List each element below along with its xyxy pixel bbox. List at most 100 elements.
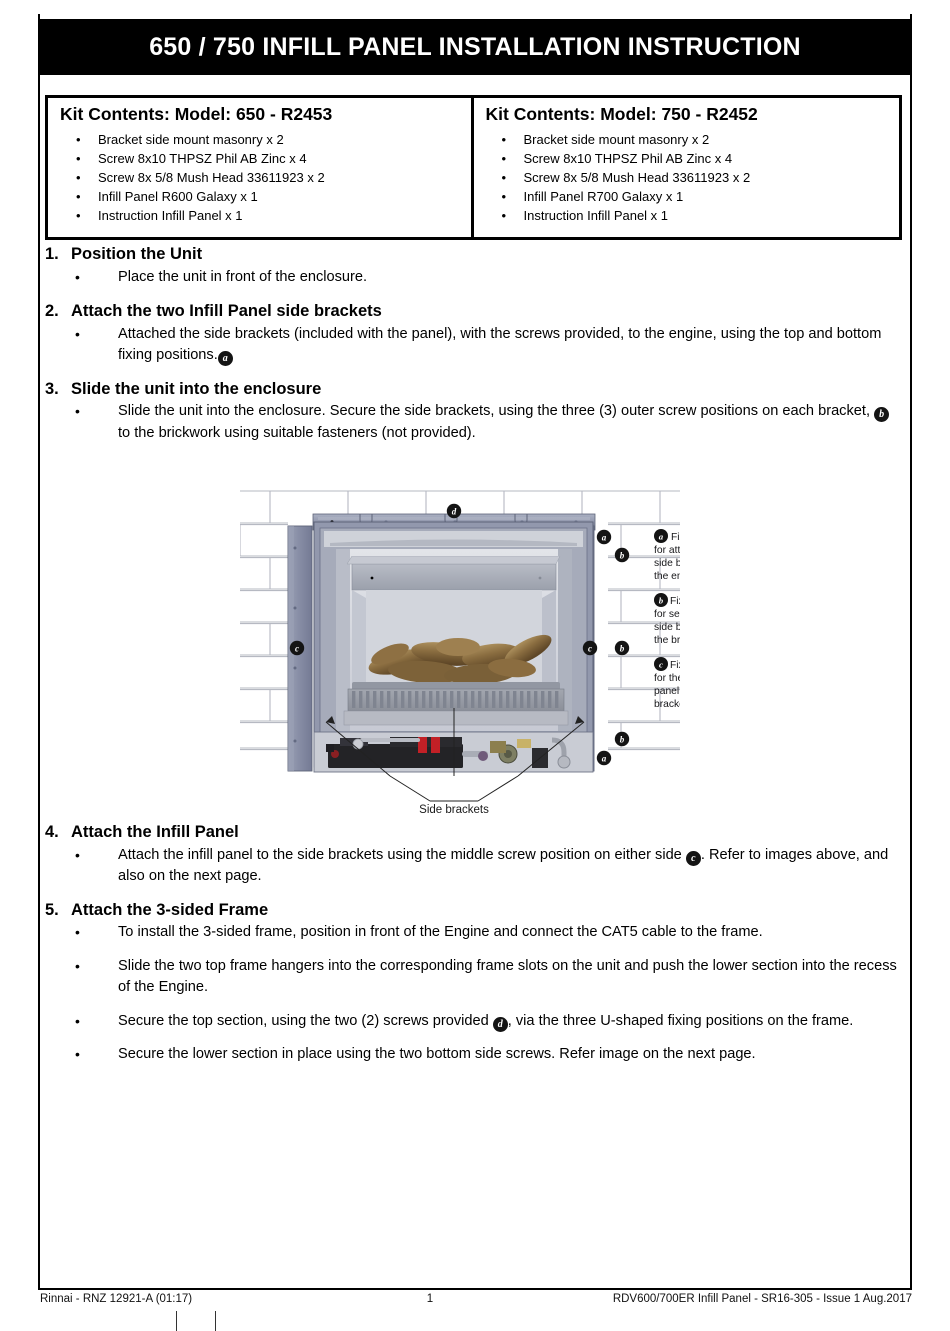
instruction-steps-bottom: 4. Attach the Infill Panel • Attach the …	[45, 822, 905, 1075]
step-3-heading: 3. Slide the unit into the enclosure	[45, 379, 905, 400]
kit-item-label: Bracket side mount masonry x 2	[523, 132, 710, 148]
document-title-bar: 650 / 750 INFILL PANEL INSTALLATION INST…	[38, 19, 912, 75]
instruction-steps-top: 1. Position the Unit • Place the unit in…	[45, 244, 905, 453]
kit-item: • Screw 8x 5/8 Mush Head 33611923 x 2	[486, 168, 890, 187]
svg-text:c: c	[588, 643, 592, 653]
step-bullet-text: Slide the two top frame hangers into the…	[118, 957, 897, 996]
step-4-title: Attach the Infill Panel	[71, 823, 239, 841]
step-bullet: • Secure the top section, using the two …	[45, 1011, 905, 1033]
kit-item-label: Instruction Infill Panel x 1	[98, 208, 243, 224]
page-footer: Rinnai - RNZ 12921-A (01:17) 1 RDV600/70…	[40, 1293, 912, 1305]
bullet-icon: •	[76, 170, 81, 186]
svg-text:c: c	[295, 643, 299, 653]
bullet-icon: •	[501, 189, 507, 205]
step-4: 4. Attach the Infill Panel • Attach the …	[45, 822, 905, 888]
figure-caption: Side brackets	[419, 804, 489, 816]
step-bullet-text: To install the 3-sided frame, position i…	[118, 924, 763, 941]
step-bullet-text: Secure the lower section in place using …	[118, 1046, 756, 1063]
kit-contents-box: Kit Contents: Model: 650 - R2453 • Bracke…	[45, 95, 902, 240]
burner-tray	[343, 682, 569, 726]
bullet-icon: •	[76, 189, 81, 205]
step-1-bullets: • Place the unit in front of the enclosu…	[45, 267, 905, 289]
step-5-heading: 5. Attach the 3-sided Frame	[45, 900, 905, 921]
kit-item: • Screw 8x 5/8 Mush Head 33611923 x 2	[60, 168, 461, 187]
step-5-number: 5.	[45, 900, 59, 919]
step-bullet: • Slide the unit into the enclosure. Sec…	[45, 401, 905, 444]
kit-heading-750: Kit Contents: Model: 750 - R2452	[485, 104, 758, 124]
bullet-icon: •	[75, 924, 80, 941]
bullet-icon: •	[76, 151, 81, 167]
step-bullet: • To install the 3-sided frame, position…	[45, 922, 905, 944]
kit-item: • Screw 8x10 THPSZ Phil AB Zinc x 4	[486, 149, 890, 168]
step-1-number: 1.	[45, 245, 59, 263]
step-2-bullets: • Attached the side brackets (included w…	[45, 324, 905, 367]
step-4-heading: 4. Attach the Infill Panel	[45, 822, 905, 843]
bullet-icon: •	[75, 268, 80, 285]
footer-right: RDV600/700ER Infill Panel - SR16-305 - I…	[612, 1293, 912, 1305]
kit-contents-column-750: Kit Contents: Model: 750 - R2452 • Bracke…	[474, 98, 900, 237]
kit-item: • Infill Panel R700 Galaxy x 1	[486, 187, 890, 206]
step-bullet: • Place the unit in front of the enclosu…	[45, 267, 905, 289]
step-2-title: Attach the two Infill Panel side bracket…	[71, 302, 382, 321]
step-2-heading: 2. Attach the two Infill Panel side brac…	[45, 301, 905, 322]
kit-item: • Infill Panel R600 Galaxy x 1	[60, 187, 461, 206]
step-1: 1. Position the Unit • Place the unit in…	[45, 244, 905, 288]
step-bullet: • Slide the two top frame hangers into t…	[45, 956, 905, 999]
legend-text-c-line3: panel to the side	[654, 686, 680, 697]
kit-contents-column-650: Kit Contents: Model: 650 - R2453 • Bracke…	[48, 98, 474, 237]
legend-text-a-line3: side brackets to	[654, 558, 680, 569]
bullet-icon: •	[76, 208, 81, 224]
marker-badge-a-top-icon: a	[596, 529, 612, 545]
footer-left: Rinnai - RNZ 12921-A (01:17)	[40, 1293, 193, 1305]
installation-diagram: Side brackets d a b c c b b a a Fixing p…	[240, 486, 680, 826]
marker-badge-c-right-icon: c	[582, 640, 598, 656]
step-3-number: 3.	[45, 379, 59, 398]
kit-list-750: • Bracket side mount masonry x 2 • Screw 8…	[486, 130, 890, 225]
step-2-number: 2.	[45, 302, 59, 321]
kit-item-label: Screw 8x 5/8 Mush Head 33611923 x 2	[98, 170, 325, 186]
legend-text-a-line4: the engine.	[654, 571, 680, 582]
legend-text-b-line1: Fixing positions	[670, 596, 680, 607]
marker-badge-c-left-icon: c	[289, 640, 305, 656]
scan-artifact-tick	[176, 1311, 177, 1331]
marker-badge-a-icon: a	[217, 351, 233, 367]
bullet-icon: •	[501, 170, 507, 186]
bullet-icon: •	[501, 208, 507, 224]
step-3-title: Slide the unit into the enclosure	[71, 379, 322, 398]
kit-item-label: Instruction Infill Panel x 1	[523, 208, 669, 224]
kit-item: • Screw 8x10 THPSZ Phil AB Zinc x 4	[60, 149, 461, 168]
bullet-icon: •	[501, 151, 507, 167]
kit-item-label: Bracket side mount masonry x 2	[98, 132, 284, 148]
step-5-title: Attach the 3-sided Frame	[71, 900, 269, 919]
bullet-icon: •	[75, 1012, 80, 1029]
step-2: 2. Attach the two Infill Panel side brac…	[45, 301, 905, 367]
legend-text-b-line3: side brackets to	[654, 622, 680, 633]
legend-text-c-line2: for the infill	[654, 673, 680, 684]
kit-heading-650: Kit Contents: Model: 650 - R2453	[60, 104, 333, 124]
kit-item-label: Screw 8x 5/8 Mush Head 33611923 x 2	[523, 170, 751, 186]
installation-diagram-svg: Side brackets d a b c c b b a a Fixing p…	[240, 490, 680, 816]
marker-badge-d-icon: d	[446, 503, 462, 519]
step-bullet-text: Slide the unit into the enclosure. Secur…	[118, 403, 870, 420]
step-1-title: Position the Unit	[71, 245, 203, 263]
kit-item: • Bracket side mount masonry x 2	[486, 130, 890, 149]
step-bullet-text: Place the unit in front of the enclosure…	[118, 268, 368, 285]
step-bullet-text-cont: to the brickwork using suitable fastener…	[118, 424, 476, 441]
legend-entry-c: c Fixing position for the infill panel t…	[654, 657, 680, 710]
svg-text:a: a	[659, 531, 664, 541]
marker-badge-b-icon: b	[874, 407, 890, 423]
marker-badge-c-icon: c	[685, 850, 701, 866]
step-4-number: 4.	[45, 823, 59, 841]
svg-text:a: a	[602, 532, 607, 542]
legend-text-a-line2: for attaching the	[654, 545, 680, 556]
kit-list-650: • Bracket side mount masonry x 2 • Screw 8…	[60, 130, 461, 225]
marker-badge-a-bottom-icon: a	[596, 750, 612, 766]
bullet-icon: •	[75, 403, 80, 420]
kit-item-label: Infill Panel R600 Galaxy x 1	[98, 189, 258, 205]
bullet-icon: •	[501, 132, 507, 148]
bullet-icon: •	[75, 846, 80, 863]
kit-item: • Bracket side mount masonry x 2	[60, 130, 461, 149]
legend-entry-a: a Fixing positions for attaching the sid…	[654, 529, 680, 582]
svg-text:d: d	[452, 506, 457, 516]
legend-text-c-line4: brackets.	[654, 699, 680, 710]
